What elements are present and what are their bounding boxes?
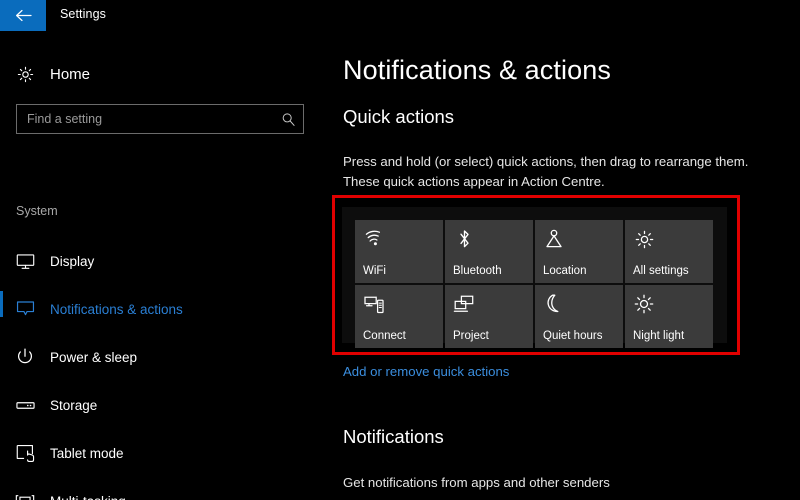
location-icon-svg (546, 229, 562, 248)
sidebar-item-storage-label: Storage (50, 397, 98, 413)
tablet-hand-icon (4, 444, 46, 462)
quick-action-tile-location[interactable]: Location (535, 220, 623, 283)
gear-icon (4, 66, 46, 83)
gear-icon-svg (17, 66, 33, 82)
storage-icon (4, 400, 46, 411)
quick-action-tile-night-light[interactable]: Night light (625, 285, 713, 348)
multitask-icon (4, 494, 46, 500)
multitask-icon-svg (15, 494, 35, 500)
quick-action-tile-connect[interactable]: Connect (355, 285, 443, 348)
quick-action-tile-project[interactable]: Project (445, 285, 533, 348)
quick-action-tile-wifi[interactable]: WiFi (355, 220, 443, 283)
main-content: Notifications & actions Quick actions Pr… (330, 32, 800, 500)
search-icon-svg (282, 112, 295, 126)
storage-icon-svg (15, 401, 35, 409)
search-input[interactable] (17, 105, 273, 133)
sidebar-item-display[interactable]: Display (0, 237, 330, 285)
bluetooth-icon (453, 228, 475, 250)
page-title: Notifications & actions (343, 55, 611, 85)
sidebar-item-tablet-mode[interactable]: Tablet mode (0, 429, 330, 477)
sidebar-item-home-label: Home (50, 65, 91, 83)
quick-action-tile-night-light-label: Night light (633, 330, 685, 342)
moon-icon (543, 293, 565, 315)
power-icon-svg (18, 348, 32, 364)
sidebar-item-notifications-actions[interactable]: Notifications & actions (0, 285, 330, 333)
sidebar-item-notifications-actions-label: Notifications & actions (50, 301, 183, 317)
selection-accent-bar (0, 339, 3, 365)
quick-actions-panel: WiFi Bluetooth Location All settings Con… (342, 207, 727, 348)
location-icon (543, 228, 565, 250)
sun-icon-svg (634, 294, 654, 314)
monitor-icon-svg (16, 253, 34, 269)
title-bar: Settings (0, 0, 800, 32)
quick-actions-grid: WiFi Bluetooth Location All settings Con… (355, 220, 714, 348)
quick-action-tile-connect-label: Connect (363, 330, 406, 342)
selection-accent-bar (0, 387, 3, 413)
project-icon-svg (453, 295, 474, 312)
bluetooth-icon-svg (459, 230, 469, 248)
power-icon (4, 348, 46, 366)
sidebar-item-home[interactable]: Home (0, 57, 330, 91)
notifications-description: Get notifications from apps and other se… (343, 475, 610, 490)
selection-accent-bar (0, 435, 3, 461)
sidebar-nav: Display Notifications & actions Power & … (0, 237, 330, 500)
sidebar: Home System Display (0, 32, 330, 500)
quick-action-tile-all-settings-label: All settings (633, 265, 689, 277)
sidebar-item-multi-tasking[interactable]: Multi-tasking (0, 477, 330, 500)
search-icon[interactable] (273, 112, 303, 127)
quick-action-tile-quiet-hours-label: Quiet hours (543, 330, 603, 342)
sidebar-item-storage[interactable]: Storage (0, 381, 330, 429)
wifi-icon-svg (365, 230, 381, 246)
window-title: Settings (60, 7, 106, 21)
monitor-icon (4, 253, 46, 270)
quick-action-tile-bluetooth[interactable]: Bluetooth (445, 220, 533, 283)
selection-accent-bar (0, 483, 3, 500)
back-arrow-icon (15, 9, 32, 22)
back-button[interactable] (0, 0, 46, 31)
sidebar-item-display-label: Display (50, 253, 95, 269)
notification-icon-svg (16, 301, 34, 316)
connect-icon-svg (364, 296, 384, 313)
selection-accent-bar (0, 291, 3, 317)
quick-action-tile-location-label: Location (543, 265, 587, 277)
gear-icon-svg (635, 230, 653, 248)
quick-action-tile-bluetooth-label: Bluetooth (453, 265, 502, 277)
project-icon (453, 293, 475, 315)
connect-icon (363, 293, 385, 315)
sidebar-item-power-sleep-label: Power & sleep (50, 349, 138, 365)
quick-action-tile-project-label: Project (453, 330, 489, 342)
sun-icon (633, 293, 655, 315)
sidebar-item-power-sleep[interactable]: Power & sleep (0, 333, 330, 381)
quick-actions-description: Press and hold (or select) quick actions… (343, 154, 749, 189)
sidebar-item-multi-tasking-label: Multi-tasking (50, 494, 126, 500)
gear-icon (633, 228, 655, 250)
moon-icon-svg (546, 294, 558, 313)
wifi-icon (363, 228, 385, 250)
add-or-remove-quick-actions-link[interactable]: Add or remove quick actions (343, 364, 509, 379)
tablet-hand-icon-svg (16, 444, 34, 462)
notification-icon (4, 300, 46, 318)
quick-action-tile-wifi-label: WiFi (363, 265, 386, 277)
quick-action-tile-quiet-hours[interactable]: Quiet hours (535, 285, 623, 348)
quick-actions-heading: Quick actions (343, 106, 455, 127)
settings-window: Settings Home System (0, 0, 800, 500)
search-box[interactable] (16, 104, 304, 134)
selection-accent-bar (0, 243, 3, 269)
sidebar-item-tablet-mode-label: Tablet mode (50, 445, 124, 461)
notifications-heading: Notifications (343, 426, 444, 447)
quick-action-tile-all-settings[interactable]: All settings (625, 220, 713, 283)
sidebar-group-label: System (16, 204, 58, 218)
